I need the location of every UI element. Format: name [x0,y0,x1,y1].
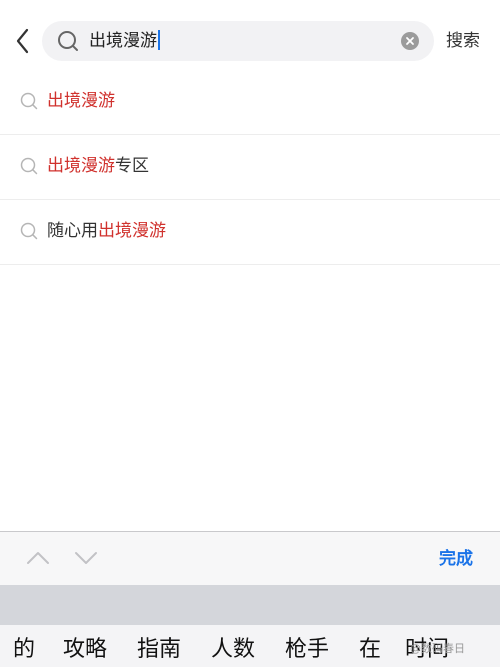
search-icon [20,92,38,110]
search-input[interactable]: 出境漫游 [89,29,160,53]
search-icon [20,222,38,240]
suggestion-item[interactable]: 出境漫游专区 [0,135,500,200]
chevron-up-icon[interactable] [26,550,50,566]
suggestion-text: 随心用出境漫游 [47,218,166,244]
suggestion-text: 出境漫游专区 [47,153,149,179]
search-header: 出境漫游 搜索 [0,0,500,80]
chevron-down-icon[interactable] [74,550,98,566]
search-query-text: 出境漫游 [89,31,157,51]
suggestion-highlight: 出境漫游 [47,156,115,176]
search-button[interactable]: 搜索 [446,29,480,53]
search-box[interactable]: 出境漫游 [42,21,434,61]
text-caret [158,29,160,50]
candidate-word[interactable]: 攻略 [63,635,107,665]
suggestion-suffix: 专区 [115,156,149,176]
candidate-word[interactable]: 指南 [137,635,181,665]
candidate-word[interactable]: 人数 [211,635,255,665]
suggestion-highlight: 出境漫游 [98,221,166,241]
candidate-word[interactable]: 的 [13,635,35,665]
candidate-word[interactable]: 枪手 [285,635,329,665]
search-screen: 出境漫游 搜索 出境漫游 出境漫游专区 随心用出境漫游 完成 的 攻略 指南 人… [0,0,500,667]
keyboard-top-strip [0,585,500,625]
suggestion-list: 出境漫游 出境漫游专区 随心用出境漫游 [0,70,500,265]
suggestion-item[interactable]: 出境漫游 [0,70,500,135]
suggestion-text: 出境漫游 [47,88,115,114]
keyboard-accessory-bar: 完成 [0,531,500,585]
clear-icon [406,37,414,45]
watermark: @数码春日 [410,642,465,655]
search-icon [20,157,38,175]
search-icon [58,31,78,51]
suggestion-prefix: 随心用 [47,221,98,241]
back-button[interactable] [10,26,36,56]
suggestion-highlight: 出境漫游 [47,91,115,111]
suggestion-item[interactable]: 随心用出境漫游 [0,200,500,265]
done-button[interactable]: 完成 [439,547,473,571]
back-arrow-icon [16,28,29,54]
clear-button[interactable] [401,32,419,50]
candidate-word[interactable]: 在 [359,635,381,665]
